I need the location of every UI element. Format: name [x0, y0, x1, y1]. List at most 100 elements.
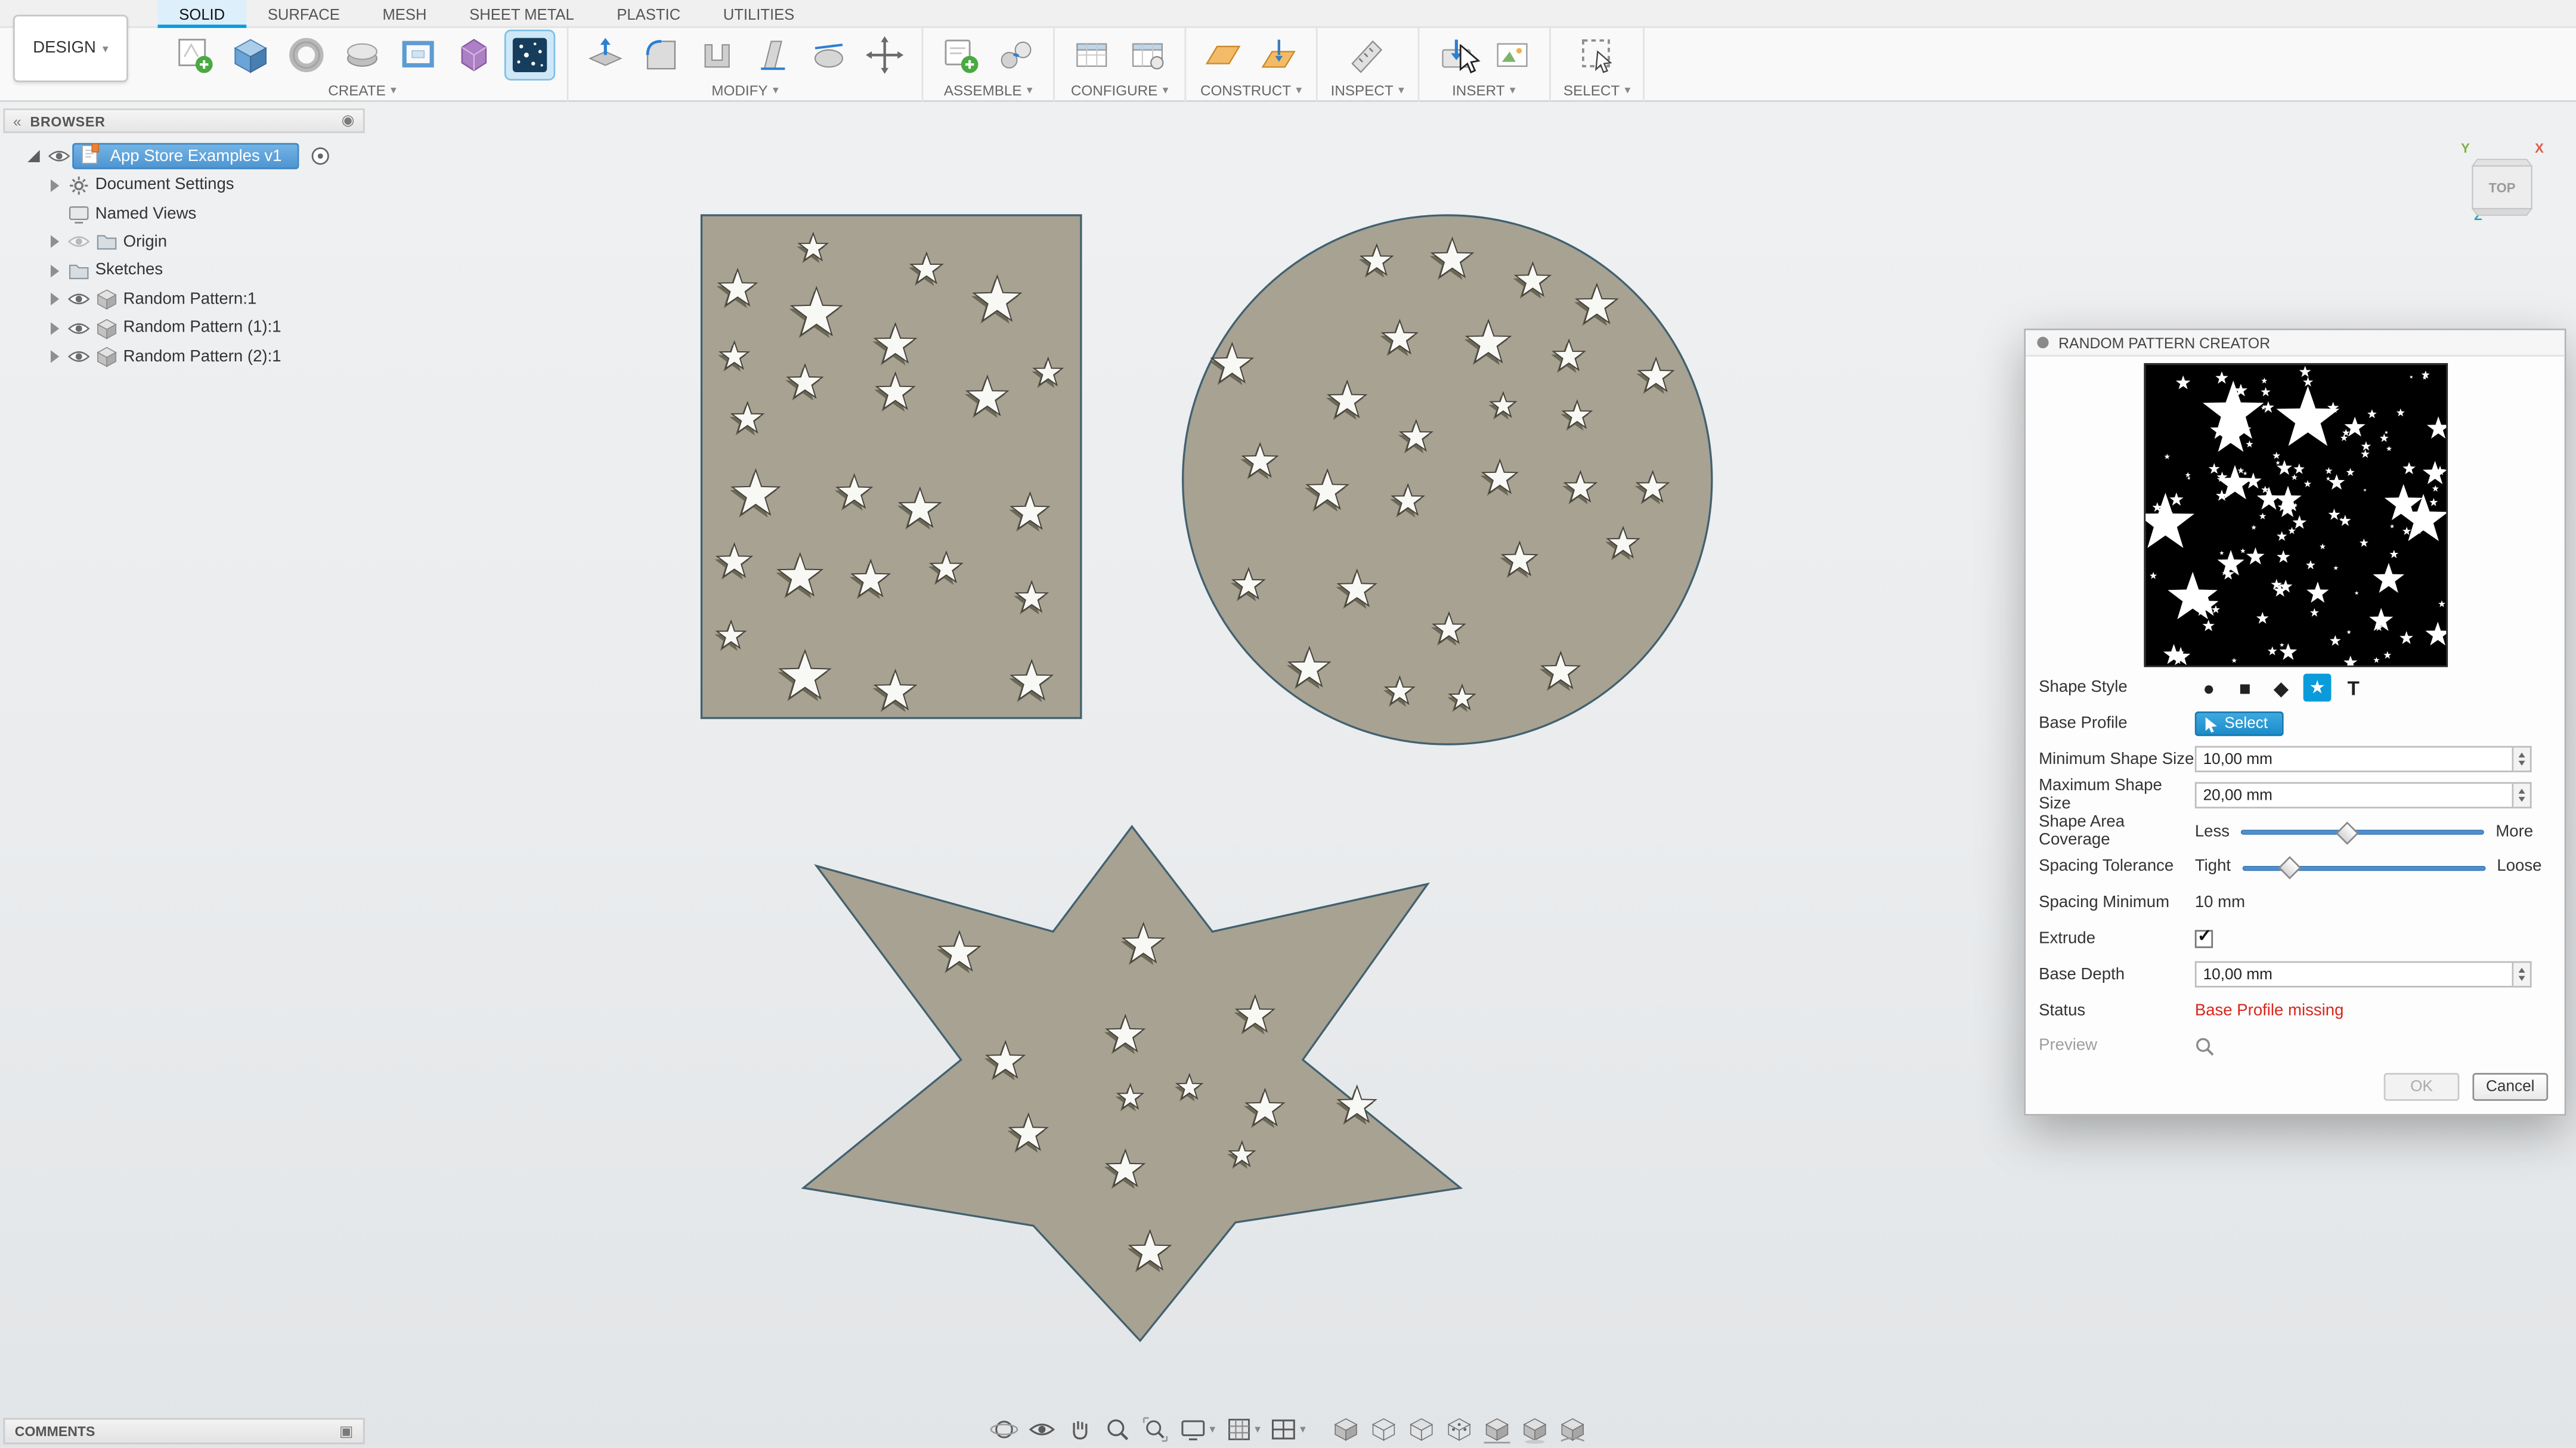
browser-root-row[interactable]: App Store Examples v1: [4, 141, 365, 171]
new-component-icon[interactable]: [936, 31, 984, 79]
toolbar-group-label[interactable]: INSPECT: [1331, 82, 1394, 99]
browser-item-label[interactable]: Document Settings: [95, 176, 234, 194]
tab-plastic[interactable]: PLASTIC: [596, 0, 702, 28]
split-body-icon[interactable]: [805, 31, 853, 79]
draft-icon[interactable]: [749, 31, 797, 79]
design-workspace-dropdown[interactable]: DESIGN ▾: [13, 15, 128, 82]
eye-icon[interactable]: [44, 148, 72, 165]
grid-and-snaps-icon[interactable]: ▾: [1220, 1415, 1264, 1444]
rib-icon[interactable]: [394, 31, 442, 79]
coil-icon[interactable]: [450, 31, 498, 79]
tab-surface[interactable]: SURFACE: [246, 0, 361, 28]
minimum-shape-size-input[interactable]: [2195, 747, 2513, 773]
eye-icon[interactable]: [64, 291, 92, 308]
random-pattern-icon[interactable]: [506, 31, 554, 79]
configuration-settings-icon[interactable]: [1123, 31, 1171, 79]
sweep-icon[interactable]: [339, 31, 386, 79]
ground-plane-icon[interactable]: [1478, 1415, 1515, 1444]
browser-item-random-pattern-2-1[interactable]: Random Pattern (2):1: [4, 342, 365, 371]
slider-thumb[interactable]: [2280, 857, 2302, 879]
tolerance-slider[interactable]: [2242, 854, 2485, 880]
extrude-icon[interactable]: [227, 31, 274, 79]
axis-icon[interactable]: [1255, 31, 1303, 79]
measure-icon[interactable]: [1343, 31, 1391, 79]
browser-item-label[interactable]: Origin: [123, 233, 168, 251]
eye-icon[interactable]: [64, 234, 92, 251]
browser-item-label[interactable]: Random Pattern:1: [123, 290, 257, 308]
joint-icon[interactable]: [992, 31, 1040, 79]
extrude-checkbox[interactable]: [2195, 930, 2213, 948]
cancel-button[interactable]: Cancel: [2472, 1072, 2548, 1100]
eye-icon[interactable]: [64, 348, 92, 365]
tab-solid[interactable]: SOLID: [157, 0, 246, 28]
insert-canvas-icon[interactable]: [1488, 31, 1535, 79]
root-document-highlight[interactable]: App Store Examples v1: [72, 143, 298, 169]
maximum-shape-size-input[interactable]: [2195, 782, 2513, 809]
move-copy-icon[interactable]: [861, 31, 909, 79]
orbit-icon[interactable]: [986, 1415, 1023, 1444]
offset-plane-icon[interactable]: [1199, 31, 1247, 79]
spinner-stepper[interactable]: [2513, 747, 2531, 773]
select-tool-icon[interactable]: [1573, 31, 1621, 79]
revolve-icon[interactable]: [283, 31, 330, 79]
pan-icon[interactable]: [1061, 1415, 1098, 1444]
expander-icon[interactable]: [43, 346, 64, 366]
toolbar-group-label[interactable]: CONSTRUCT: [1200, 82, 1291, 99]
zoom-icon[interactable]: [1100, 1415, 1136, 1444]
tab-utilities[interactable]: UTILITIES: [702, 0, 816, 28]
browser-item-random-pattern-1[interactable]: Random Pattern:1: [4, 285, 365, 314]
display-settings-icon[interactable]: ▾: [1175, 1415, 1219, 1444]
toolbar-group-label[interactable]: ASSEMBLE: [944, 82, 1022, 99]
comments-panel-header[interactable]: COMMENTS ▣: [4, 1419, 365, 1445]
panel-options-icon[interactable]: ◉: [342, 112, 355, 129]
star-shape-icon[interactable]: ★: [2303, 675, 2332, 703]
browser-item-label[interactable]: Named Views: [95, 205, 196, 222]
toolbar-group-label[interactable]: SELECT: [1563, 82, 1620, 99]
tab-sheet-metal[interactable]: SHEET METAL: [448, 0, 595, 28]
dialog-header[interactable]: RANDOM PATTERN CREATOR: [2026, 330, 2565, 357]
comments-options-icon[interactable]: ▣: [339, 1423, 353, 1441]
environment-icon[interactable]: [1554, 1415, 1590, 1444]
browser-item-named-views[interactable]: Named Views: [4, 199, 365, 228]
collapse-panel-icon[interactable]: «: [13, 113, 22, 129]
expander-icon[interactable]: [43, 290, 64, 310]
tab-mesh[interactable]: MESH: [361, 0, 448, 28]
toolbar-group-label[interactable]: CREATE: [328, 82, 386, 99]
browser-panel-header[interactable]: « BROWSER ◉: [4, 109, 365, 133]
diamond-shape-icon[interactable]: ◆: [2267, 675, 2295, 703]
browser-item-label[interactable]: Sketches: [95, 262, 163, 280]
browser-item-label[interactable]: Random Pattern (1):1: [123, 319, 281, 337]
coverage-slider[interactable]: [2241, 818, 2484, 844]
configuration-table-icon[interactable]: [1068, 31, 1116, 79]
circle-shape-icon[interactable]: ●: [2195, 675, 2223, 703]
select-base-profile-button[interactable]: Select: [2195, 711, 2284, 736]
look-at-icon[interactable]: [1024, 1415, 1060, 1444]
magnifier-icon[interactable]: [2195, 1037, 2215, 1056]
browser-item-document-settings[interactable]: Document Settings: [4, 171, 365, 200]
base-depth-input[interactable]: [2195, 961, 2513, 988]
text-shape-icon[interactable]: T: [2339, 675, 2367, 703]
fit-icon[interactable]: [1137, 1415, 1174, 1444]
component-color-icon[interactable]: [1402, 1415, 1439, 1444]
visual-style-icon[interactable]: [1327, 1415, 1363, 1444]
press-pull-icon[interactable]: [581, 31, 629, 79]
expander-icon[interactable]: [43, 318, 64, 338]
browser-item-random-pattern-1-1[interactable]: Random Pattern (1):1: [4, 314, 365, 342]
ok-button[interactable]: OK: [2384, 1072, 2460, 1100]
expander-icon[interactable]: [23, 144, 45, 168]
viewports-icon[interactable]: ▾: [1265, 1415, 1309, 1444]
browser-item-sketches[interactable]: Sketches: [4, 256, 365, 285]
eye-icon[interactable]: [64, 320, 92, 336]
browser-item-label[interactable]: Random Pattern (2):1: [123, 348, 281, 366]
spinner-stepper[interactable]: [2513, 782, 2531, 809]
spinner-stepper[interactable]: [2513, 961, 2531, 988]
view-cube[interactable]: Y X Z TOP: [2454, 138, 2550, 231]
shell-icon[interactable]: [693, 31, 741, 79]
slider-thumb[interactable]: [2336, 821, 2358, 843]
section-analysis-icon[interactable]: [1441, 1415, 1477, 1444]
expander-icon[interactable]: [43, 175, 64, 195]
new-sketch-icon[interactable]: [171, 31, 219, 79]
expander-icon[interactable]: [43, 261, 64, 281]
document-state-badge-icon[interactable]: [308, 144, 332, 168]
fillet-icon[interactable]: [637, 31, 685, 79]
